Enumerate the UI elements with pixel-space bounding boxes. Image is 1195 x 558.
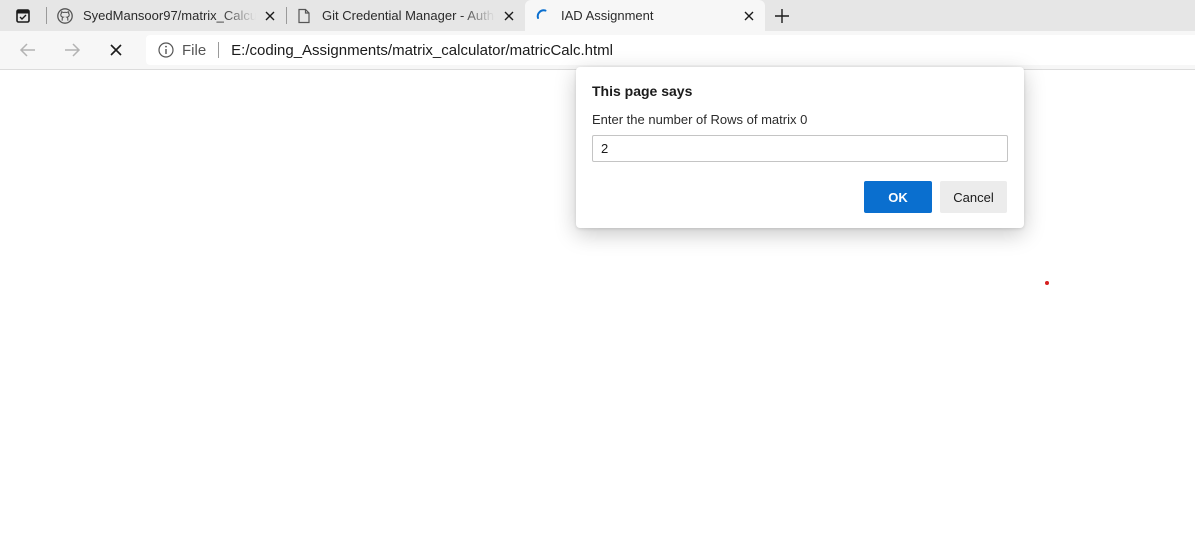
loading-spinner-icon xyxy=(535,8,551,24)
dialog-heading: This page says xyxy=(592,83,693,99)
ok-button[interactable]: OK xyxy=(864,181,932,213)
prompt-dialog: This page says Enter the number of Rows … xyxy=(576,67,1024,228)
forward-button[interactable] xyxy=(60,39,84,61)
tab-title: SyedMansoor97/matrix_Calculator xyxy=(83,8,256,23)
tab-close-button[interactable] xyxy=(739,6,759,26)
prompt-input[interactable] xyxy=(592,135,1008,162)
url-text[interactable]: E:/coding_Assignments/matrix_calculator/… xyxy=(231,42,613,59)
marker-dot xyxy=(1045,281,1049,285)
tab-github[interactable]: SyedMansoor97/matrix_Calculator xyxy=(47,0,286,31)
dialog-message: Enter the number of Rows of matrix 0 xyxy=(592,112,808,127)
arrow-left-icon xyxy=(19,43,35,57)
tab-title: IAD Assignment xyxy=(561,8,654,23)
tab-iad-assignment[interactable]: IAD Assignment xyxy=(525,0,765,31)
info-icon[interactable] xyxy=(158,42,174,58)
address-divider xyxy=(218,42,220,58)
plus-icon xyxy=(775,9,789,23)
navigation-toolbar: File E:/coding_Assignments/matrix_calcul… xyxy=(0,31,1195,70)
close-icon xyxy=(110,44,122,56)
stop-loading-button[interactable] xyxy=(104,39,128,61)
address-bar[interactable]: File E:/coding_Assignments/matrix_calcul… xyxy=(146,35,1195,65)
tab-actions-icon xyxy=(16,9,30,23)
tab-close-button[interactable] xyxy=(260,6,280,26)
page-icon xyxy=(296,8,312,24)
close-icon xyxy=(265,11,275,20)
close-icon xyxy=(504,11,514,20)
arrow-right-icon xyxy=(65,43,81,57)
cancel-button[interactable]: Cancel xyxy=(940,181,1007,213)
tab-actions-button[interactable] xyxy=(12,6,34,26)
tab-close-button[interactable] xyxy=(499,6,519,26)
close-icon xyxy=(744,11,754,20)
tab-strip: SyedMansoor97/matrix_Calculator Git Cred… xyxy=(0,0,1195,31)
back-button[interactable] xyxy=(16,39,40,61)
tab-git-credential-manager[interactable]: Git Credential Manager - Authentication xyxy=(286,0,525,31)
url-scheme-label: File xyxy=(182,41,207,59)
new-tab-button[interactable] xyxy=(771,5,793,27)
tab-title: Git Credential Manager - Authentication xyxy=(322,8,495,23)
github-icon xyxy=(57,7,73,24)
